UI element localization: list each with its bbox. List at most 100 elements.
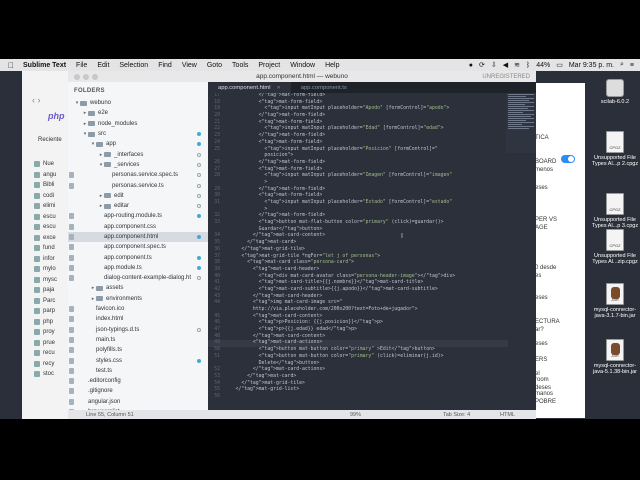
tree-file[interactable]: app.component.css (68, 222, 208, 232)
tree-file[interactable]: styles.css (68, 355, 208, 365)
code-line[interactable]: 36 </"tag">mat-grid-tile> (208, 247, 508, 254)
tab-app-component-ts[interactable]: app.component.ts (291, 82, 357, 93)
search-icon[interactable]: ⌕ (620, 61, 624, 69)
background-list-item[interactable]: exce (22, 233, 72, 244)
code-line[interactable]: http://via.placeholder.com/200x200?text=… (208, 307, 508, 314)
menu-project[interactable]: Project (258, 62, 280, 69)
tree-folder[interactable]: ▾ webuno (68, 98, 208, 108)
background-right-window[interactable]: TICA BOARD menos eses PER VS AGE 0 desde es es es… (533, 83, 585, 418)
background-list-item[interactable]: stoc (22, 369, 72, 380)
background-list-item[interactable]: proy (22, 327, 72, 338)
tree-file[interactable]: app.component.spec.ts (68, 242, 208, 252)
tree-file[interactable]: angular.json (68, 397, 208, 407)
tree-file[interactable]: dialog-content-example-dialog.ht (68, 273, 208, 283)
tree-file[interactable]: favicon.ico (68, 304, 208, 314)
menu-window[interactable]: Window (290, 62, 315, 69)
menu-selection[interactable]: Selection (119, 62, 148, 69)
background-list-item[interactable]: prue (22, 338, 72, 349)
code-line[interactable]: 35 </"tag">mat-card> (208, 240, 508, 247)
tab-size[interactable]: Tab Size: 4 (443, 412, 470, 418)
background-list-item[interactable]: paja (22, 285, 72, 296)
tree-folder[interactable]: ▾ src (68, 129, 208, 139)
tree-file[interactable]: app.component.html (68, 231, 208, 243)
tree-file[interactable]: .editorconfig (68, 376, 208, 386)
download-icon[interactable]: ⇩ (491, 61, 497, 69)
code-line[interactable]: 51 <"tag">button mat-button color="prima… (208, 354, 508, 361)
code-line[interactable]: 47 <"tag">p>{{j.edad}} edad</"tag">p> (208, 327, 508, 334)
background-list-item[interactable]: parp (22, 306, 72, 317)
background-list-item[interactable]: recy (22, 359, 72, 370)
tree-file[interactable]: personas.service.ts (68, 180, 208, 190)
menu-help[interactable]: Help (325, 62, 339, 69)
tree-folder[interactable]: ▸ editar (68, 201, 208, 211)
desktop-file[interactable]: CPGZ Unsupported File Types Al...zip.cpgz (590, 229, 640, 265)
background-list-item[interactable]: fund (22, 243, 72, 254)
tree-folder[interactable]: ▾ app (68, 139, 208, 149)
tree-folder[interactable]: ▸ assets (68, 283, 208, 293)
bluetooth-icon[interactable]: ᛒ (526, 62, 530, 69)
code-line[interactable]: 17 </"tag">mat-form-field> (208, 93, 508, 100)
desktop-file[interactable]: JAR mysql-connector-java-5.1.38-bin.jar (590, 339, 640, 375)
tree-file[interactable]: main.ts (68, 335, 208, 345)
code-line[interactable]: > (208, 180, 508, 187)
menu-file[interactable]: File (76, 62, 87, 69)
background-list-item[interactable]: mylo (22, 264, 72, 275)
code-line[interactable]: 33 <"tag">button mat-flat-button color="… (208, 220, 508, 227)
background-list-item[interactable]: elimi (22, 201, 72, 212)
menu-list-icon[interactable]: ≡ (630, 62, 634, 69)
code-line[interactable]: 41 <"tag">mat-card-title>{{j.nombre}}</"… (208, 280, 508, 287)
background-list-item[interactable]: escu (22, 212, 72, 223)
code-line[interactable]: posicion"> (208, 153, 508, 160)
menu-edit[interactable]: Edit (97, 62, 109, 69)
code-line[interactable]: 53 </"tag">mat-card> (208, 374, 508, 381)
background-list-item[interactable]: infor (22, 254, 72, 265)
desktop-file[interactable]: CPGZ Unsupported File Types Al...p 3.cpgz (590, 193, 640, 229)
background-list-item[interactable]: escu (22, 222, 72, 233)
desktop-file[interactable]: CPGZ Unsupported File Types Al...p 2.cpgz (590, 131, 640, 167)
code-line[interactable]: 50 <"tag">button mat-button color="prima… (208, 347, 508, 354)
tree-file[interactable]: app.module.ts (68, 263, 208, 273)
code-line[interactable]: 30 <"tag">mat-form-field> (208, 193, 508, 200)
tree-file[interactable]: index.html (68, 314, 208, 324)
tree-folder[interactable]: ▸ _interfaces (68, 149, 208, 159)
clock[interactable]: Mar 9:35 p. m. (569, 62, 614, 69)
editor[interactable]: app.component.html ✕ app.component.ts 17… (208, 82, 536, 410)
tab-app-component-html[interactable]: app.component.html ✕ (208, 82, 291, 93)
background-list-item[interactable]: php (22, 317, 72, 328)
tree-file[interactable]: polyfills.ts (68, 345, 208, 355)
apple-menu-icon[interactable]:  (8, 61, 14, 70)
code-line[interactable]: 23 </"tag">mat-form-field> (208, 133, 508, 140)
tree-file[interactable]: app-routing.module.ts (68, 211, 208, 221)
tree-file[interactable]: test.ts (68, 366, 208, 376)
tree-folder[interactable]: ▸ environments (68, 294, 208, 304)
code-line[interactable]: 26 </"tag">mat-form-field> (208, 160, 508, 167)
status-icon[interactable]: ● (469, 62, 473, 69)
tree-folder[interactable]: ▸ node_modules (68, 119, 208, 129)
code-line[interactable]: 38 <"tag">mat-card class="persona-card"> (208, 260, 508, 267)
code-line[interactable]: 20 </"tag">mat-form-field> (208, 113, 508, 120)
menu-goto[interactable]: Goto (207, 62, 222, 69)
sync-icon[interactable]: ⟳ (479, 61, 485, 69)
minimap[interactable] (506, 93, 536, 153)
background-list-item[interactable]: Bibli (22, 180, 72, 191)
menu-tools[interactable]: Tools (232, 62, 248, 69)
tree-file[interactable]: .gitignore (68, 386, 208, 396)
background-list-item[interactable]: codi (22, 191, 72, 202)
background-list-item[interactable]: recu (22, 348, 72, 359)
battery-percent[interactable]: 44% (536, 62, 550, 69)
background-list-item[interactable]: Nue (22, 159, 72, 170)
menu-find[interactable]: Find (158, 62, 172, 69)
syntax-mode[interactable]: HTML (500, 412, 515, 418)
code-line[interactable]: 42 <"tag">mat-card-subtitle>{{j.apodo}}<… (208, 287, 508, 294)
tree-folder[interactable]: ▸ e2e (68, 108, 208, 118)
code-line[interactable]: 55 </"tag">mat-grid-list> (208, 387, 508, 394)
desktop-file[interactable]: JAR mysql-connector-java-3.1.7-bin.jar (590, 283, 640, 319)
menu-app-name[interactable]: Sublime Text (23, 62, 66, 69)
code-line[interactable]: 24 <"tag">mat-form-field> (208, 140, 508, 147)
close-tab-icon[interactable]: ✕ (277, 85, 281, 91)
tree-file[interactable]: personas.service.spec.ts (68, 170, 208, 180)
code-area[interactable]: 17 </"tag">mat-form-field> 18 <"tag">mat-… (208, 93, 508, 399)
back-icon[interactable]: ‹ › (32, 95, 41, 105)
background-list-item[interactable]: angu (22, 170, 72, 181)
code-line[interactable]: 52 </"tag">mat-card-actions> (208, 367, 508, 374)
